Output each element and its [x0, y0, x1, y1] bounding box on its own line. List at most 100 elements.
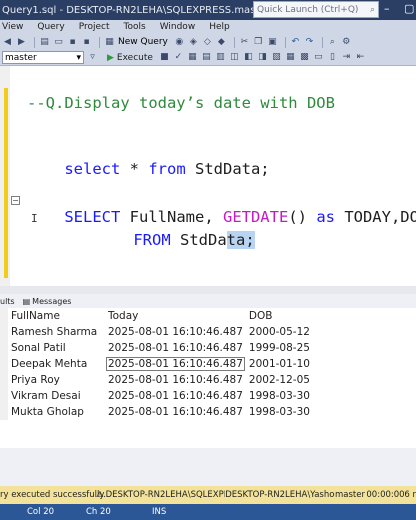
column-header-dob[interactable]: DOB	[245, 308, 316, 324]
new-query-icon[interactable]: ▦	[104, 37, 115, 48]
cell-dob[interactable]: 2001-01-10	[246, 356, 316, 372]
menu-tools[interactable]: Tools	[124, 22, 146, 32]
uncomment-icon[interactable]: ▯	[327, 52, 338, 63]
client-stats-icon[interactable]: ◨	[257, 52, 268, 63]
status-server: DESKTOP-RN2LEHA\SQLEXPRESS ...	[105, 490, 226, 500]
quick-launch-input[interactable]: Quick Launch (Ctrl+Q) ⌕	[253, 1, 379, 18]
tab-results[interactable]: ults	[0, 297, 15, 306]
comment-icon[interactable]: ▭	[313, 52, 324, 63]
cell-fullname[interactable]: Priya Roy	[8, 372, 105, 388]
menu-view[interactable]: View	[2, 22, 23, 32]
cell-fullname[interactable]: Deepak Mehta	[8, 356, 105, 372]
cell-dob[interactable]: 1998-03-30	[246, 404, 316, 420]
results-file-icon[interactable]: ▩	[299, 52, 310, 63]
execute-button[interactable]: ▶ Execute	[107, 53, 153, 63]
column-header-today[interactable]: Today	[105, 308, 246, 324]
cell-today[interactable]: 2025-08-01 16:10:46.487	[105, 340, 246, 356]
find-icon[interactable]: ⌕	[327, 37, 338, 48]
database-select-value: master	[5, 52, 37, 63]
cell-today[interactable]: 2025-08-01 16:10:46.487	[105, 372, 246, 388]
live-stats-icon[interactable]: ◧	[243, 52, 254, 63]
outdent-icon[interactable]: ⇤	[355, 52, 366, 63]
status-database: master	[335, 490, 365, 500]
cell-dob[interactable]: 1999-08-25	[246, 340, 316, 356]
new-query-button[interactable]: New Query	[118, 37, 168, 47]
estimated-plan-icon[interactable]: ▦	[187, 52, 198, 63]
status-rows: 6 r	[404, 490, 416, 500]
maximize-icon[interactable]: ▢	[404, 2, 414, 15]
forward-icon[interactable]: ▶	[16, 37, 27, 48]
code-table: StdData;	[185, 160, 270, 178]
status-user: DESKTOP-RN2LEHA\Yashod...	[225, 490, 335, 500]
comment-line: --Q.Display today’s date with DOB	[27, 94, 335, 112]
cell-fullname[interactable]: Vikram Desai	[8, 388, 105, 404]
intellisense-icon[interactable]: ▥	[215, 52, 226, 63]
code-parens: ()	[288, 208, 307, 226]
row-number	[0, 356, 8, 372]
table-row[interactable]: Deepak Mehta 2025-08-01 16:10:46.487 200…	[0, 356, 316, 372]
cell-today[interactable]: 2025-08-01 16:10:46.487	[105, 324, 246, 340]
horizontal-scrollbar[interactable]	[0, 286, 416, 294]
keyword-from: from	[148, 160, 186, 178]
new-project-icon[interactable]: ▤	[39, 37, 50, 48]
table-row[interactable]: Mukta Gholap 2025-08-01 16:10:46.487 199…	[0, 404, 316, 420]
cell-fullname[interactable]: Ramesh Sharma	[8, 324, 105, 340]
parse-icon[interactable]: ✓	[173, 52, 184, 63]
menu-project[interactable]: Project	[79, 22, 110, 32]
database-select[interactable]: master ▾	[2, 51, 84, 64]
query-options-icon[interactable]: ▤	[201, 52, 212, 63]
code-line-from: FROM StdData;	[96, 213, 255, 267]
row-number	[0, 404, 8, 420]
stop-icon[interactable]: ■	[159, 52, 170, 63]
text-cursor-icon: I	[31, 212, 38, 225]
warning-icon: ⚠	[96, 490, 104, 500]
results-text-icon[interactable]: ▧	[271, 52, 282, 63]
query-editor[interactable]: --Q.Display today’s date with DOB select…	[0, 66, 416, 286]
undo-icon[interactable]: ↶	[290, 37, 301, 48]
cell-fullname[interactable]: Mukta Gholap	[8, 404, 105, 420]
copy-icon[interactable]: ❐	[253, 37, 264, 48]
save-icon[interactable]: ▪	[67, 37, 78, 48]
minimize-icon[interactable]: –	[384, 2, 390, 15]
menu-bar: View Query Project Tools Window Help	[0, 20, 416, 34]
search-icon: ⌕	[369, 4, 375, 15]
cell-dob[interactable]: 1998-03-30	[246, 388, 316, 404]
table-row[interactable]: Priya Roy 2025-08-01 16:10:46.487 2002-1…	[0, 372, 316, 388]
wrench-icon[interactable]: ⚙	[341, 37, 352, 48]
database-query-icon[interactable]: ◉	[174, 37, 185, 48]
filter-icon[interactable]: ▿	[87, 52, 98, 63]
tab-messages[interactable]: Messages	[32, 297, 71, 306]
results-table: FullName Today DOB Ramesh Sharma 2025-08…	[0, 308, 316, 420]
dmx-icon[interactable]: ◆	[216, 37, 227, 48]
row-number	[0, 388, 8, 404]
results-grid[interactable]: FullName Today DOB Ramesh Sharma 2025-08…	[0, 308, 416, 448]
column-header-fullname[interactable]: FullName	[8, 308, 105, 324]
table-row[interactable]: Vikram Desai 2025-08-01 16:10:46.487 199…	[0, 388, 316, 404]
back-icon[interactable]: ◀	[2, 37, 13, 48]
cell-dob[interactable]: 2002-12-05	[246, 372, 316, 388]
analysis-icon[interactable]: ◈	[188, 37, 199, 48]
redo-icon[interactable]: ↷	[304, 37, 315, 48]
save-all-icon[interactable]: ▪	[81, 37, 92, 48]
indent-icon[interactable]: ⇥	[341, 52, 352, 63]
menu-help[interactable]: Help	[209, 22, 230, 32]
cell-today-selected[interactable]: 2025-08-01 16:10:46.487	[105, 356, 246, 372]
results-grid-icon[interactable]: ▦	[285, 52, 296, 63]
paste-icon[interactable]: ▣	[267, 37, 278, 48]
cell-dob[interactable]: 2000-05-12	[246, 324, 316, 340]
menu-window[interactable]: Window	[160, 22, 196, 32]
open-file-icon[interactable]: ▭	[53, 37, 64, 48]
actual-plan-icon[interactable]: ◫	[229, 52, 240, 63]
cell-today[interactable]: 2025-08-01 16:10:46.487	[105, 404, 246, 420]
cut-icon[interactable]: ✂	[239, 37, 250, 48]
cell-today[interactable]: 2025-08-01 16:10:46.487	[105, 388, 246, 404]
cell-fullname[interactable]: Sonal Patil	[8, 340, 105, 356]
table-row[interactable]: Sonal Patil 2025-08-01 16:10:46.487 1999…	[0, 340, 316, 356]
menu-query[interactable]: Query	[37, 22, 64, 32]
toolbar-divider	[34, 36, 35, 48]
collapse-toggle-icon[interactable]: −	[11, 196, 20, 205]
cursor-char: Ch 20	[86, 507, 111, 517]
mdx-icon[interactable]: ◇	[202, 37, 213, 48]
keyword-as: as	[306, 208, 335, 226]
table-row[interactable]: Ramesh Sharma 2025-08-01 16:10:46.487 20…	[0, 324, 316, 340]
